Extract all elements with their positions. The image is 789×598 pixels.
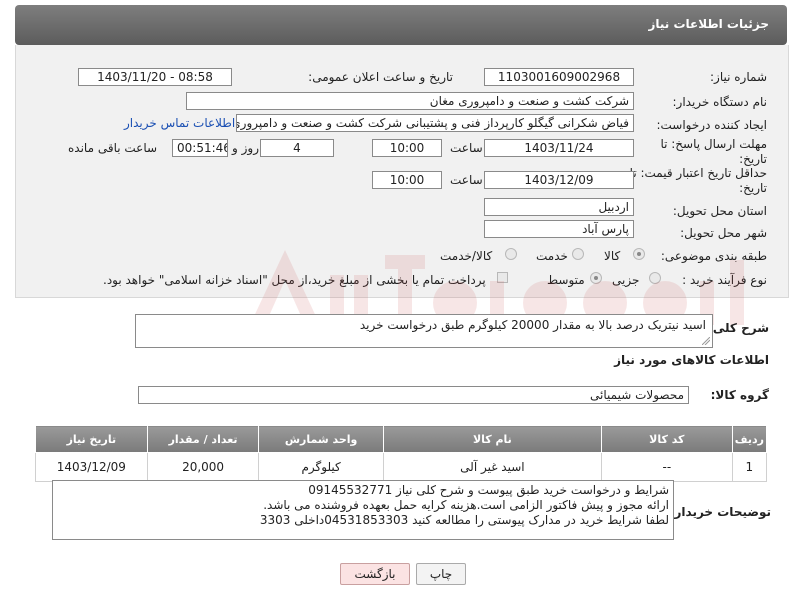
deadline-date-label: تاریخ: [739, 152, 767, 166]
col-header-unit: واحد شمارش [258, 425, 384, 453]
deadline-label: مهلت ارسال پاسخ: تا [660, 137, 767, 151]
category-option-service: خدمت [536, 249, 568, 263]
table-header-row: ردیف کد کالا نام کالا واحد شمارش تعداد /… [35, 425, 768, 453]
process-label: نوع فرآیند خرید : [682, 273, 767, 287]
col-header-qty: تعداد / مقدار [146, 425, 260, 453]
process-option-minor: جزیی [612, 273, 640, 287]
treasury-payment-checkbox[interactable] [497, 272, 508, 283]
cell-qty: 20,000 [146, 452, 260, 482]
category-option-goods: کالا [604, 249, 621, 263]
items-table: ردیف کد کالا نام کالا واحد شمارش تعداد /… [35, 425, 768, 482]
need-number-field[interactable]: 1103001609002968 [484, 68, 634, 86]
buyer-notes-line: ارائه مجوز و پیش فاکتور الزامی است.هزینه… [263, 498, 669, 512]
goods-group-label: گروه کالا: [710, 388, 769, 402]
process-option-medium: متوسط [547, 273, 585, 287]
days-label: روز و [232, 141, 259, 155]
summary-field[interactable]: اسید نیتریک درصد بالا به مقدار 20000 کیل… [135, 314, 713, 348]
announce-field[interactable]: 1403/11/20 - 08:58 [78, 68, 232, 86]
deadline-time-label: ساعت [450, 141, 483, 155]
buyer-notes-line: لطفا شرایط خرید در مدارک پیوستی را مطالع… [259, 513, 669, 527]
cell-unit: کیلوگرم [258, 452, 384, 482]
category-option-both: کالا/خدمت [440, 249, 493, 263]
validity-date-field[interactable]: 1403/12/09 [484, 171, 634, 189]
category-radio-both[interactable] [505, 248, 517, 260]
col-header-code: کد کالا [600, 425, 733, 453]
validity-label: حداقل تاریخ اعتبار قیمت: تا [629, 166, 767, 180]
buyer-label: نام دستگاه خریدار: [672, 95, 768, 109]
creator-label: ایجاد کننده درخواست: [656, 118, 767, 132]
page-header: جزئیات اطلاعات نیاز [15, 5, 787, 45]
days-field[interactable]: 4 [260, 139, 334, 157]
back-button[interactable]: بازگشت [340, 563, 410, 585]
remaining-time-field[interactable]: 00:51:46 [172, 139, 228, 157]
deadline-date-field[interactable]: 1403/11/24 [484, 139, 634, 157]
province-field[interactable]: اردبیل [484, 198, 634, 216]
cell-name: اسید غیر آلی [382, 452, 602, 482]
city-label: شهر محل تحویل: [680, 226, 767, 240]
category-label: طبقه بندی موضوعی: [660, 249, 767, 263]
validity-date-label: تاریخ: [739, 181, 767, 195]
process-radio-minor[interactable] [649, 272, 661, 284]
buyer-notes-label: توضیحات خریدار: [669, 505, 771, 519]
validity-time-label: ساعت [450, 173, 483, 187]
resize-handle-icon[interactable] [702, 337, 710, 345]
goods-group-field[interactable]: محصولات شیمیائی [138, 386, 689, 404]
deadline-time-field[interactable]: 10:00 [372, 139, 442, 157]
province-label: استان محل تحویل: [672, 204, 767, 218]
validity-time-field[interactable]: 10:00 [372, 171, 442, 189]
buyer-notes-line: شرایط و درخواست خرید طبق پیوست و شرح کلی… [308, 483, 669, 497]
buyer-contact-link[interactable]: اطلاعات تماس خریدار [124, 116, 235, 130]
announce-label: تاریخ و ساعت اعلان عمومی: [308, 70, 453, 84]
cell-row-num: 1 [731, 452, 768, 482]
process-radio-medium[interactable] [590, 272, 602, 284]
col-header-name: نام کالا [382, 425, 602, 453]
col-header-date: تاریخ نیاز [35, 425, 148, 453]
buyer-field[interactable]: شرکت کشت و صنعت و دامپروری مغان [186, 92, 634, 110]
remaining-label: ساعت باقی مانده [68, 141, 158, 155]
table-row[interactable]: 1 -- اسید غیر آلی کیلوگرم 20,000 1403/12… [35, 452, 768, 482]
need-number-label: شماره نیاز: [710, 70, 767, 84]
goods-section-title: اطلاعات کالاهای مورد نیاز [614, 353, 769, 367]
category-radio-goods[interactable] [633, 248, 645, 260]
creator-field[interactable]: فیاض شکرانی گیگلو کارپرداز فنی و پشتیبان… [236, 114, 634, 132]
cell-code: -- [600, 452, 733, 482]
treasury-payment-note: پرداخت تمام یا بخشی از مبلغ خرید،از محل … [103, 273, 486, 287]
cell-date: 1403/12/09 [35, 452, 148, 482]
category-radio-service[interactable] [572, 248, 584, 260]
page-title: جزئیات اطلاعات نیاز [648, 17, 769, 31]
city-field[interactable]: پارس آباد [484, 220, 634, 238]
buyer-notes-field[interactable]: شرایط و درخواست خرید طبق پیوست و شرح کلی… [52, 480, 674, 540]
print-button[interactable]: چاپ [416, 563, 466, 585]
col-header-row-num: ردیف [731, 425, 768, 453]
summary-text: اسید نیتریک درصد بالا به مقدار 20000 کیل… [359, 318, 706, 332]
